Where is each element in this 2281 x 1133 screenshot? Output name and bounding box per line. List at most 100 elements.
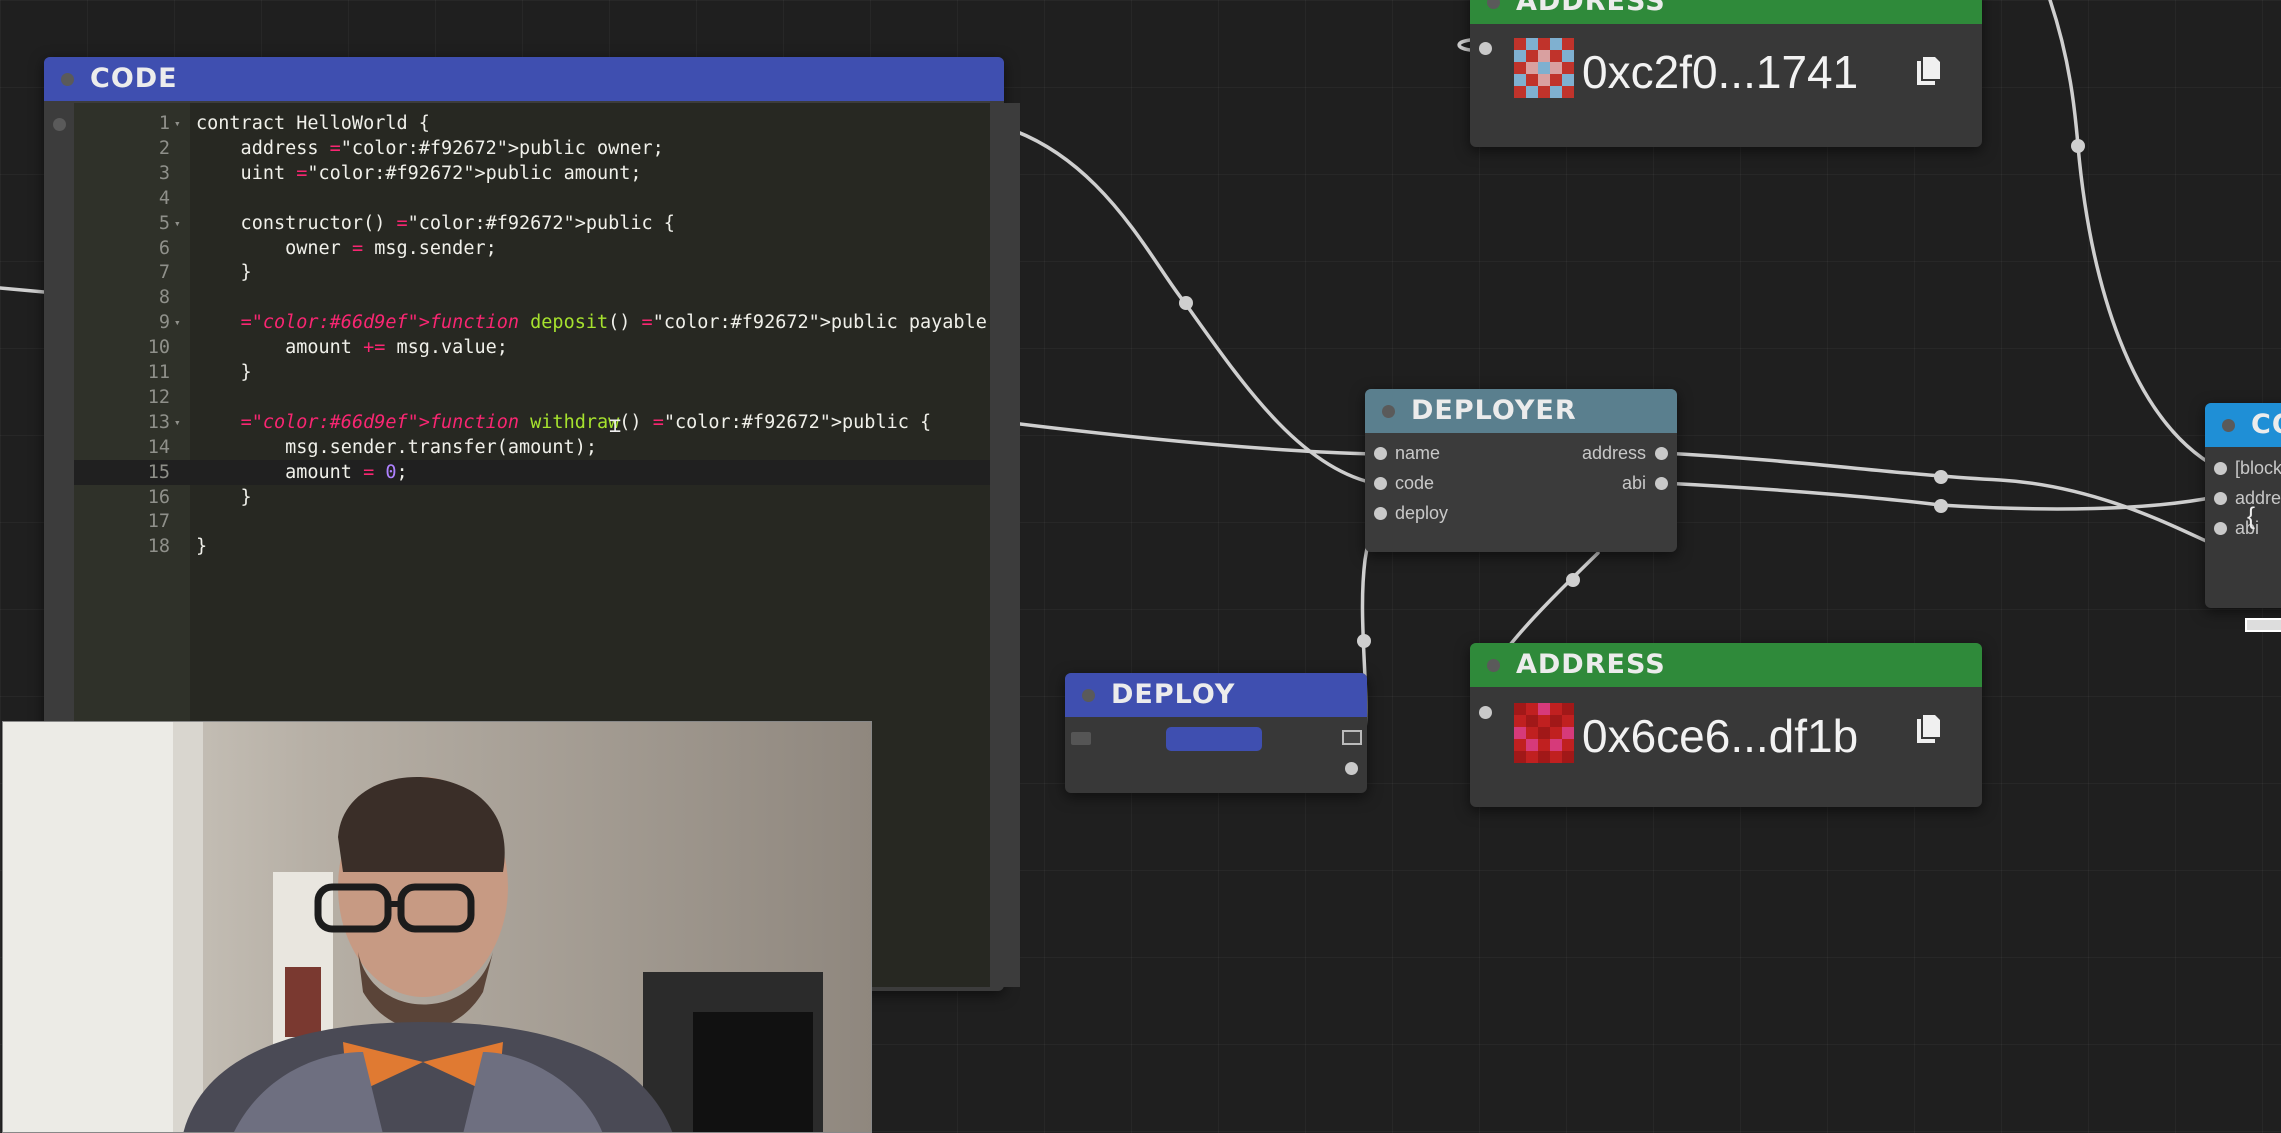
code-text: address ="color:#f92672">public owner; <box>196 137 664 159</box>
code-node-header[interactable]: CODE <box>44 57 1004 101</box>
editor-scrollbar[interactable] <box>990 103 1020 987</box>
line-number: 13 <box>147 411 170 433</box>
line-number: 12 <box>147 386 170 408</box>
wire-top-to-contract <box>2048 0 2220 470</box>
code-text: } <box>196 362 252 383</box>
code-line[interactable]: 3 uint ="color:#f92672">public amount; <box>74 161 1020 186</box>
input-label-address: addre <box>2235 488 2281 508</box>
deployer-node-header[interactable]: DEPLOYER <box>1365 389 1677 433</box>
identicon <box>1514 38 1574 98</box>
line-number: 11 <box>147 362 170 383</box>
code-text: uint ="color:#f92672">public amount; <box>196 162 642 184</box>
collapse-dot[interactable] <box>2222 419 2235 432</box>
identicon <box>1514 703 1574 763</box>
contract-node[interactable]: CO [block addre abi { <box>2205 403 2281 632</box>
line-number: 10 <box>147 337 170 359</box>
output-label-address: address <box>1581 443 1646 463</box>
input-label-deploy: deploy <box>1395 503 1449 523</box>
address-input-slot[interactable] <box>1479 42 1492 55</box>
fold-toggle-icon[interactable]: ▾ <box>174 410 181 435</box>
output-slot-address[interactable] <box>1655 447 1668 460</box>
fold-toggle-icon[interactable]: ▾ <box>174 310 181 335</box>
deployer-node[interactable]: DEPLOYER name code deploy address abi <box>1365 389 1677 552</box>
output-slot-abi[interactable] <box>1655 477 1668 490</box>
text-cursor-icon: ⌶ <box>609 413 622 437</box>
code-line[interactable]: 10 amount += msg.value; <box>74 335 1020 360</box>
line-number: 15 <box>147 461 170 483</box>
address-node[interactable]: ADDRESS 0x6ce6...df1b <box>1470 643 1982 807</box>
deploy-input-slot[interactable] <box>1071 732 1091 745</box>
input-slot-code[interactable] <box>1374 477 1387 490</box>
code-line[interactable]: 5 ▾ constructor() ="color:#f92672">public… <box>74 211 1020 236</box>
contract-node-header[interactable]: CO <box>2205 403 2281 447</box>
line-number: 16 <box>147 486 170 508</box>
wire-midpoint <box>1357 634 1371 648</box>
code-line[interactable]: 12 <box>74 385 1020 410</box>
code-line[interactable]: 13 ▾ ="color:#66d9ef">function withdraw()… <box>74 410 1020 435</box>
code-line[interactable]: 7 } <box>74 260 1020 285</box>
code-text: amount += msg.value; <box>196 337 508 359</box>
line-number: 18 <box>147 536 170 558</box>
code-line[interactable]: 6 owner = msg.sender; <box>74 236 1020 261</box>
copy-icon[interactable] <box>1914 55 1942 87</box>
copy-icon[interactable] <box>1914 713 1942 745</box>
code-text: } <box>196 486 252 508</box>
address-node-title: ADDRESS <box>1516 0 1666 17</box>
input-slot-block[interactable] <box>2214 462 2227 475</box>
code-line[interactable]: 16 } <box>74 485 1020 510</box>
code-line[interactable]: 2 address ="color:#f92672">public owner; <box>74 136 1020 161</box>
code-line[interactable]: 14 msg.sender.transfer(amount); <box>74 435 1020 460</box>
code-text: owner = msg.sender; <box>196 237 497 259</box>
deploy-button[interactable] <box>1166 727 1262 751</box>
code-line[interactable]: 11 } <box>74 360 1020 385</box>
code-line[interactable]: 4 <box>74 186 1020 211</box>
line-number: 8 <box>158 287 170 309</box>
address-input-slot[interactable] <box>1479 706 1492 719</box>
code-input-slot[interactable] <box>53 118 66 131</box>
code-line[interactable]: 17 <box>74 509 1020 534</box>
code-line[interactable]: 8 <box>74 285 1020 310</box>
code-text: amount = 0; <box>196 461 408 483</box>
webcam-image <box>3 722 871 1132</box>
input-slot-abi[interactable] <box>2214 522 2227 535</box>
deploy-node-title: DEPLOY <box>1111 679 1236 710</box>
code-text: contract HelloWorld { <box>196 113 430 134</box>
address-node-header[interactable]: ADDRESS <box>1470 0 1982 24</box>
collapse-dot[interactable] <box>1382 405 1395 418</box>
code-text: ="color:#66d9ef">function deposit() ="co… <box>240 312 1010 334</box>
wire-address-to-contract <box>1660 451 2217 547</box>
webcam-overlay <box>2 721 872 1133</box>
input-label-code: code <box>1395 473 1435 493</box>
wire-midpoint <box>1566 573 1580 587</box>
wire-left-stub <box>0 286 46 294</box>
collapse-dot[interactable] <box>1082 689 1095 702</box>
contract-widget-bar[interactable] <box>2245 618 2281 632</box>
code-line[interactable]: 1 ▾ contract HelloWorld { <box>74 111 1020 136</box>
line-number: 7 <box>158 262 170 284</box>
output-label-abi: abi <box>1621 473 1646 493</box>
address-node-header[interactable]: ADDRESS <box>1470 643 1982 687</box>
collapse-dot[interactable] <box>1487 0 1500 9</box>
code-line[interactable]: 15 amount = 0; <box>74 459 1020 485</box>
input-slot-address[interactable] <box>2214 492 2227 505</box>
input-slot-deploy[interactable] <box>1374 507 1387 520</box>
input-slot-name[interactable] <box>1374 447 1387 460</box>
fold-toggle-icon[interactable]: ▾ <box>174 111 181 136</box>
address-node[interactable]: ADDRESS 0xc2f0...1741 <box>1470 0 1982 147</box>
code-text: ="color:#66d9ef">function withdraw() ="c… <box>240 411 932 433</box>
deploy-node[interactable]: DEPLOY <box>1065 673 1367 793</box>
fold-toggle-icon[interactable]: ▾ <box>174 211 181 236</box>
collapse-dot[interactable] <box>61 73 74 86</box>
deployer-node-title: DEPLOYER <box>1411 395 1577 426</box>
wire-to-deployer-name <box>1002 420 1380 456</box>
code-line[interactable]: 9 ▾ ="color:#66d9ef">function deposit() =… <box>74 310 1020 335</box>
deploy-output-box[interactable] <box>1342 730 1362 745</box>
collapse-dot[interactable] <box>1487 659 1500 672</box>
code-text: } <box>196 536 208 558</box>
line-number: 6 <box>158 237 170 259</box>
input-label-name: name <box>1395 443 1441 463</box>
code-line[interactable]: 18} <box>74 534 1020 559</box>
deploy-output-slot[interactable] <box>1345 762 1358 775</box>
code-text: msg.sender.transfer(amount); <box>196 436 597 458</box>
deploy-node-header[interactable]: DEPLOY <box>1065 673 1367 717</box>
